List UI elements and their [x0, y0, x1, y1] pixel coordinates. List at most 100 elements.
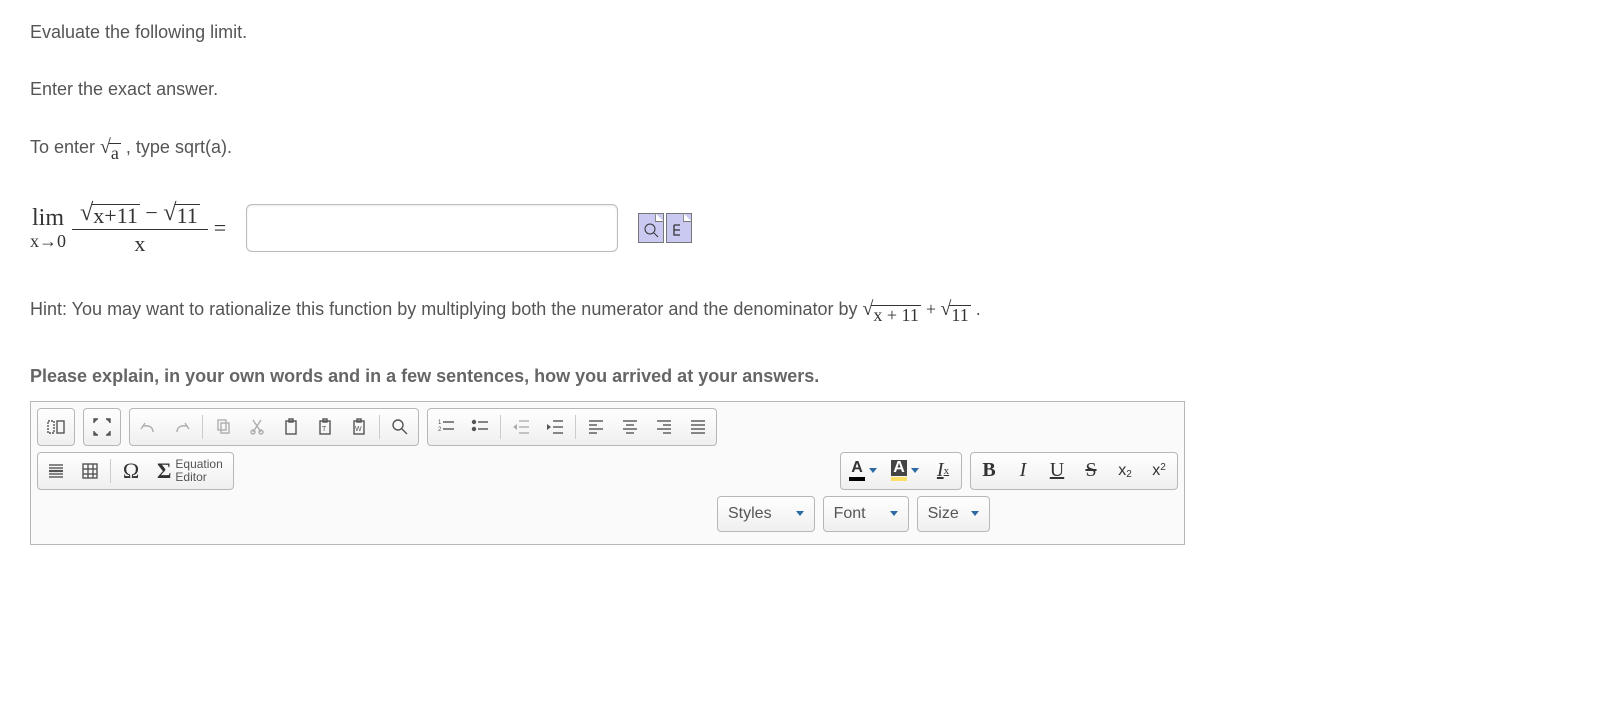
- paste-button[interactable]: [275, 411, 307, 443]
- limit-expression: lim x→0 x+11 − 11 x =: [30, 200, 226, 256]
- separator: [379, 415, 380, 439]
- equation-editor-label: Equation Editor: [175, 458, 222, 483]
- sqrt-x-plus-11-body: x+11: [91, 204, 140, 227]
- svg-text:W: W: [355, 426, 362, 433]
- sqrt-11: 11: [163, 200, 199, 227]
- separator: [202, 415, 203, 439]
- align-center-button[interactable]: [614, 411, 646, 443]
- hint-prefix: Hint: You may want to rationalize this f…: [30, 299, 862, 319]
- toolbar-row-2: Ω Σ Equation Editor A A: [37, 452, 1178, 490]
- separator: [110, 459, 111, 483]
- svg-text:2: 2: [438, 427, 442, 433]
- highlight-icon: A: [891, 460, 907, 481]
- sub-2: 2: [1126, 469, 1132, 480]
- find-button[interactable]: [384, 411, 416, 443]
- insert-hr-button[interactable]: [40, 455, 72, 487]
- bulleted-list-button[interactable]: [464, 411, 496, 443]
- omega-icon: Ω: [123, 458, 139, 484]
- italic-button[interactable]: I: [1007, 455, 1039, 487]
- superscript-button[interactable]: x2: [1143, 455, 1175, 487]
- font-label: Font: [834, 503, 866, 525]
- equals-sign: =: [214, 213, 226, 244]
- equation-editor-label-bot: Editor: [175, 470, 206, 484]
- source-toggle-button[interactable]: [40, 411, 72, 443]
- preview-icon[interactable]: [638, 213, 664, 243]
- styles-dropdown[interactable]: Styles: [717, 496, 815, 532]
- undo-button[interactable]: [132, 411, 164, 443]
- outdent-button[interactable]: [505, 411, 537, 443]
- caret-icon: [971, 511, 979, 516]
- hint-sqrt-x-plus-11-body: x + 11: [871, 305, 920, 324]
- group-text-color: A A Ix: [840, 452, 962, 490]
- sub-x: x: [1118, 462, 1126, 480]
- indent-button[interactable]: [539, 411, 571, 443]
- text-color-icon: A: [849, 460, 865, 481]
- answer-input[interactable]: [246, 204, 618, 252]
- prompt-line-1: Evaluate the following limit.: [30, 20, 1580, 45]
- toolbar-row-3: Styles Font Size: [37, 496, 1178, 532]
- paste-word-button[interactable]: W: [343, 411, 375, 443]
- group-lists-align: 12: [427, 408, 717, 446]
- group-fullscreen: [83, 408, 121, 446]
- separator: [575, 415, 576, 439]
- toolbar-row-1: T W 12: [37, 408, 1178, 446]
- prompt3-prefix: To enter: [30, 137, 100, 157]
- highlight-A: A: [891, 460, 907, 476]
- prompt3-suffix: , type sqrt(a).: [126, 137, 232, 157]
- sup-2: 2: [1160, 462, 1166, 473]
- sigma-icon: Σ: [157, 458, 171, 484]
- caret-icon: [890, 511, 898, 516]
- sup-x: x: [1152, 462, 1160, 480]
- clear-format-x: x: [944, 465, 950, 477]
- hint-text: Hint: You may want to rationalize this f…: [30, 296, 1580, 324]
- special-char-button[interactable]: Ω: [115, 455, 147, 487]
- limit-block: lim x→0 x+11 − 11 x =: [30, 200, 1580, 256]
- size-dropdown[interactable]: Size: [917, 496, 990, 532]
- font-dropdown[interactable]: Font: [823, 496, 909, 532]
- align-right-button[interactable]: [648, 411, 680, 443]
- group-edit: T W: [129, 408, 419, 446]
- highlight-color-button[interactable]: A: [885, 455, 925, 487]
- copy-button[interactable]: [207, 411, 239, 443]
- equation-helper-icon[interactable]: [666, 213, 692, 243]
- text-color-button[interactable]: A: [843, 455, 883, 487]
- subscript-button[interactable]: x2: [1109, 455, 1141, 487]
- strike-button[interactable]: S: [1075, 455, 1107, 487]
- equation-editor-button[interactable]: Σ Equation Editor: [149, 455, 231, 487]
- text-color-A: A: [851, 460, 863, 476]
- insert-table-button[interactable]: [74, 455, 106, 487]
- hint-sqrt-11-body: 11: [949, 305, 970, 324]
- group-insert: Ω Σ Equation Editor: [37, 452, 234, 490]
- maximize-button[interactable]: [86, 411, 118, 443]
- bold-button[interactable]: B: [973, 455, 1005, 487]
- hint-sqrt-x-plus-11: x + 11: [862, 296, 920, 324]
- size-label: Size: [928, 503, 959, 525]
- prompt-line-2: Enter the exact answer.: [30, 77, 1580, 102]
- cut-button[interactable]: [241, 411, 273, 443]
- answer-helper-icons: [638, 213, 692, 243]
- sqrt-x-plus-11: x+11: [80, 200, 140, 227]
- rich-text-editor: T W 12: [30, 401, 1185, 545]
- limit-fraction: x+11 − 11 x: [76, 200, 204, 256]
- align-left-button[interactable]: [580, 411, 612, 443]
- underline-button[interactable]: U: [1041, 455, 1073, 487]
- clear-format-I: I: [937, 459, 944, 482]
- separator: [500, 415, 501, 439]
- align-justify-button[interactable]: [682, 411, 714, 443]
- hint-suffix: .: [976, 299, 981, 319]
- hint-plus: +: [926, 299, 941, 319]
- caret-icon: [911, 468, 919, 473]
- minus-sign: −: [145, 200, 157, 225]
- clear-format-button[interactable]: Ix: [927, 455, 959, 487]
- svg-text:T: T: [322, 426, 327, 433]
- paste-text-button[interactable]: T: [309, 411, 341, 443]
- redo-button[interactable]: [166, 411, 198, 443]
- caret-icon: [869, 468, 877, 473]
- group-text-style: B I U S x2 x2: [970, 452, 1178, 490]
- numbered-list-button[interactable]: 12: [430, 411, 462, 443]
- fraction-denominator: x: [72, 229, 208, 256]
- hint-sqrt-11: 11: [941, 296, 971, 324]
- fraction-numerator: x+11 − 11: [76, 200, 204, 229]
- lim-approach: x→0: [30, 232, 66, 250]
- sqrt-a-radicand: a: [109, 143, 121, 162]
